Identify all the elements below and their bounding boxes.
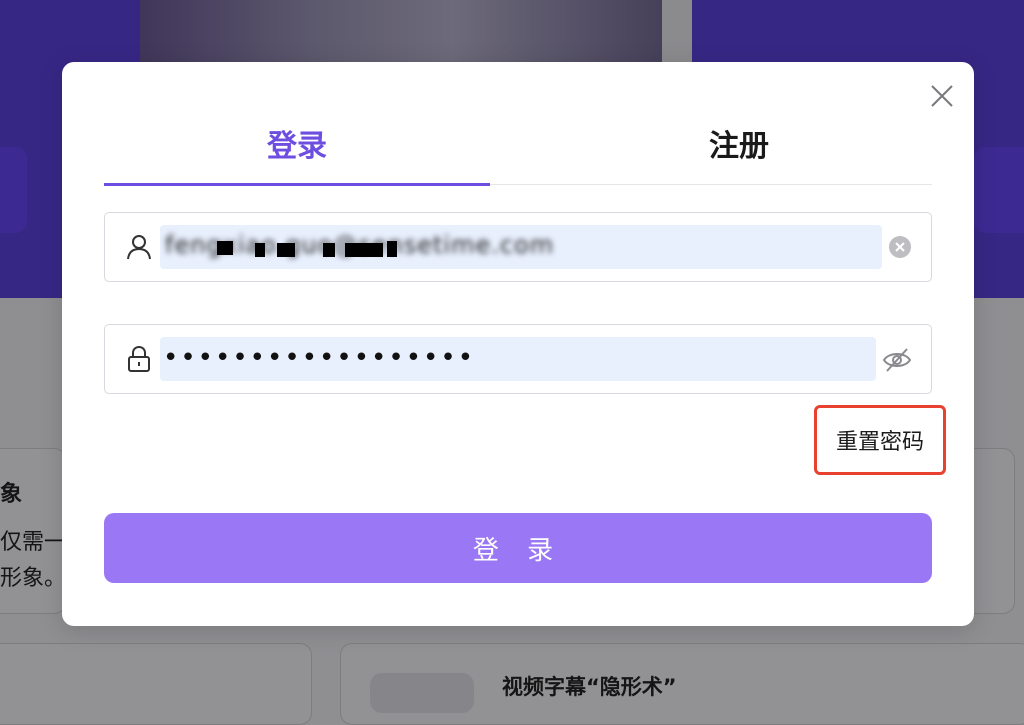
reset-password-link[interactable]: 重置密码 bbox=[814, 405, 946, 475]
clear-icon bbox=[895, 242, 905, 252]
background-card-title: 象 bbox=[0, 482, 23, 507]
redaction-block bbox=[217, 241, 233, 255]
close-icon bbox=[931, 85, 953, 107]
background-card-text-line: 仅需一 bbox=[0, 530, 67, 555]
auth-tabs: 登录 注册 bbox=[104, 102, 932, 186]
clear-button[interactable] bbox=[889, 236, 911, 258]
redaction-block bbox=[255, 243, 265, 257]
background-card-icon bbox=[370, 673, 474, 713]
eye-off-icon bbox=[882, 348, 912, 372]
username-field[interactable]: fengxiao.guo@sensetime.com bbox=[104, 212, 932, 282]
background-card-text-line: 形象。 bbox=[0, 566, 67, 591]
background-carousel-right-button bbox=[974, 147, 1024, 233]
user-icon bbox=[127, 235, 151, 260]
tab-login[interactable]: 登录 bbox=[104, 102, 490, 186]
redaction-block bbox=[387, 241, 397, 257]
background-feature-card bbox=[0, 643, 312, 725]
login-modal: 登录 注册 fengxiao.guo@sensetime.com bbox=[62, 62, 974, 626]
background-hero-image bbox=[140, 0, 662, 62]
password-field[interactable]: •••••••••••••••••• bbox=[104, 324, 932, 394]
tab-register[interactable]: 注册 bbox=[546, 102, 932, 184]
background-hero-gap bbox=[662, 0, 692, 62]
lock-icon bbox=[128, 345, 150, 372]
redaction-block bbox=[277, 243, 295, 257]
redaction-block bbox=[345, 243, 383, 257]
background-carousel-left-button bbox=[0, 147, 27, 233]
toggle-visibility-button[interactable] bbox=[882, 345, 912, 375]
background-card-title: 视频字幕“隐形术” bbox=[502, 675, 677, 699]
redaction-block bbox=[323, 243, 335, 257]
close-button[interactable] bbox=[928, 82, 956, 110]
login-submit-button[interactable]: 登 录 bbox=[104, 513, 932, 583]
background-feature-card bbox=[974, 448, 1015, 614]
password-value: •••••••••••••••••• bbox=[163, 343, 476, 373]
